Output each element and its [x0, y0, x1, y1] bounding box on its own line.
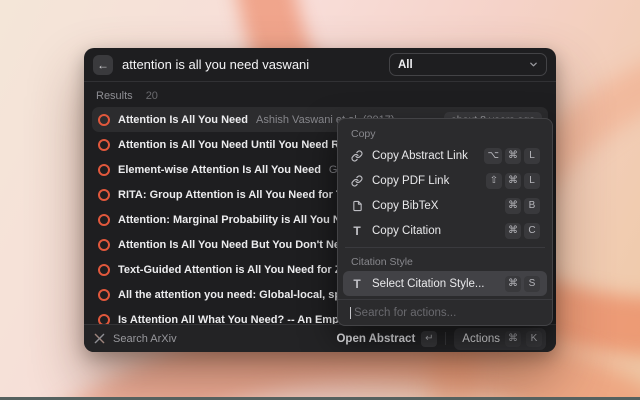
arxiv-paper-icon — [98, 289, 110, 301]
arxiv-paper-icon — [98, 214, 110, 226]
results-header: Results 20 — [84, 82, 556, 107]
s-key-icon: S — [524, 276, 540, 292]
command-key-icon: ⌘ — [505, 148, 521, 164]
menu-item-label: Copy Abstract Link — [372, 150, 468, 162]
results-label: Results — [96, 90, 133, 102]
raycast-window: ← attention is all you need vaswani All … — [84, 48, 556, 352]
menu-item-copy-citation[interactable]: T Copy Citation ⌘ C — [343, 218, 547, 243]
menu-item-select-citation-style[interactable]: T Select Citation Style... ⌘ S — [343, 271, 547, 296]
arxiv-paper-icon — [98, 139, 110, 151]
return-key-icon: ↵ — [421, 331, 437, 347]
back-button[interactable]: ← — [93, 55, 113, 75]
search-input[interactable]: attention is all you need vaswani — [122, 57, 309, 72]
command-key-icon: ⌘ — [505, 331, 521, 347]
menu-item-label: Select Citation Style... — [372, 278, 485, 290]
k-key-icon: K — [526, 331, 542, 347]
open-abstract-button[interactable]: Open Abstract ↵ — [336, 331, 437, 347]
menu-item-copy-pdf-link[interactable]: Copy PDF Link ⇧ ⌘ L — [343, 168, 547, 193]
footer-bar: Search ArXiv Open Abstract ↵ Actions ⌘ K — [84, 324, 556, 352]
arxiv-paper-icon — [98, 189, 110, 201]
link-icon — [350, 175, 364, 187]
menu-section-header: Copy — [343, 124, 547, 143]
b-key-icon: B — [524, 198, 540, 214]
l-key-icon: L — [524, 173, 540, 189]
command-key-icon: ⌘ — [505, 198, 521, 214]
shift-key-icon: ⇧ — [486, 173, 502, 189]
menu-item-copy-abstract-link[interactable]: Copy Abstract Link ⌥ ⌘ L — [343, 143, 547, 168]
arxiv-paper-icon — [98, 239, 110, 251]
actions-button[interactable]: Actions ⌘ K — [454, 328, 546, 350]
results-count: 20 — [146, 90, 158, 102]
text-icon: T — [350, 224, 364, 238]
command-key-icon: ⌘ — [505, 276, 521, 292]
extension-name: Search ArXiv — [113, 333, 177, 345]
filter-dropdown-value: All — [398, 59, 413, 71]
open-abstract-label: Open Abstract — [336, 333, 415, 345]
footer-divider — [445, 332, 446, 345]
arxiv-x-icon — [94, 333, 105, 344]
menu-item-label: Copy Citation — [372, 225, 441, 237]
chevron-down-icon — [529, 60, 538, 69]
actions-search-row — [338, 299, 552, 325]
result-title: Attention: Marginal Probability is All Y… — [118, 214, 367, 226]
menu-section-header: Citation Style — [343, 252, 547, 271]
arxiv-paper-icon — [98, 164, 110, 176]
actions-label: Actions — [462, 333, 500, 345]
result-title: Attention Is All You Need — [118, 114, 248, 126]
text-icon: T — [350, 277, 364, 291]
actions-menu: Copy Copy Abstract Link ⌥ ⌘ L Copy PDF L… — [337, 118, 553, 326]
actions-search-input[interactable] — [352, 306, 540, 320]
link-icon — [350, 150, 364, 162]
back-arrow-icon: ← — [97, 58, 109, 72]
desktop-background: ← attention is all you need vaswani All … — [0, 0, 640, 400]
file-icon — [350, 200, 364, 212]
text-cursor — [350, 307, 351, 319]
c-key-icon: C — [524, 223, 540, 239]
menu-item-label: Copy BibTeX — [372, 200, 438, 212]
search-topbar: ← attention is all you need vaswani All — [84, 48, 556, 81]
l-key-icon: L — [524, 148, 540, 164]
arxiv-paper-icon — [98, 114, 110, 126]
result-title: Element-wise Attention Is All You Need — [118, 164, 321, 176]
command-key-icon: ⌘ — [505, 173, 521, 189]
menu-item-copy-bibtex[interactable]: Copy BibTeX ⌘ B — [343, 193, 547, 218]
option-key-icon: ⌥ — [484, 148, 502, 164]
menu-item-label: Copy PDF Link — [372, 175, 449, 187]
arxiv-paper-icon — [98, 264, 110, 276]
menu-divider — [345, 247, 545, 248]
filter-dropdown[interactable]: All — [389, 53, 547, 76]
command-key-icon: ⌘ — [505, 223, 521, 239]
